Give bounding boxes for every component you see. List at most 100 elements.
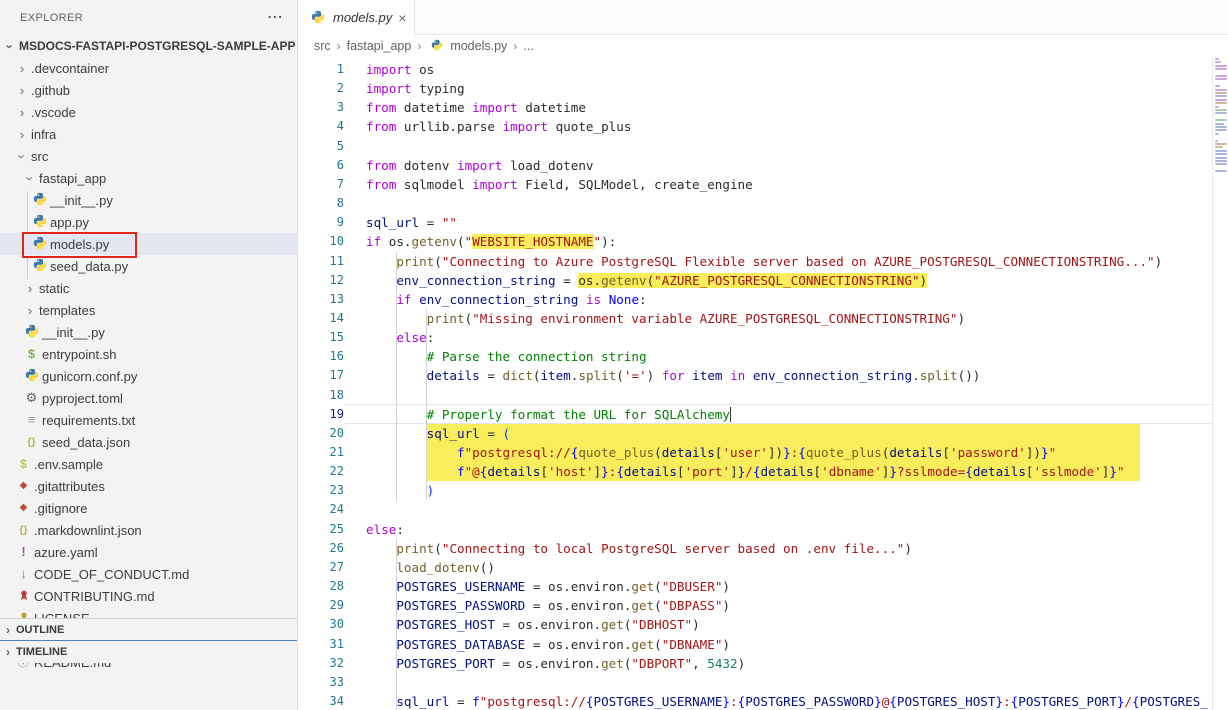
line-number: 2 (298, 79, 344, 98)
outline-section-header[interactable]: › OUTLINE (0, 618, 297, 641)
timeline-section-header[interactable]: › TIMELINE (0, 640, 297, 663)
code-line[interactable]: 6from dotenv import load_dotenv (298, 156, 1213, 175)
tree-root-folder[interactable]: › MSDOCS-FASTAPI-POSTGRESQL-SAMPLE-APP [… (0, 35, 297, 57)
breadcrumb-item-src[interactable]: src (314, 39, 331, 53)
code-line[interactable]: 33 (298, 673, 1213, 692)
code-line[interactable]: 34 sql_url = f"postgresql://{POSTGRES_US… (298, 692, 1213, 710)
minimap-line (1215, 150, 1227, 152)
tree-item-requirements-txt[interactable]: ≡requirements.txt (0, 409, 297, 431)
tree-item-azure-yaml[interactable]: !azure.yaml (0, 541, 297, 563)
code-line[interactable]: 17 details = dict(item.split('=') for it… (298, 366, 1213, 385)
more-actions-icon[interactable]: ⋯ (267, 13, 283, 23)
breadcrumb-item-models-py[interactable]: models.py (427, 39, 507, 53)
tree-item-static[interactable]: ›static (0, 277, 297, 299)
code-line[interactable]: 32 POSTGRES_PORT = os.environ.get("DBPOR… (298, 654, 1213, 673)
explorer-sidebar: EXPLORER ⋯ › MSDOCS-FASTAPI-POSTGRESQL-S… (0, 0, 298, 710)
code-line[interactable]: 30 POSTGRES_HOST = os.environ.get("DBHOS… (298, 615, 1213, 634)
tree-item--init-py[interactable]: __init__.py (0, 189, 297, 211)
tree-item-contributing-md[interactable]: CONTRIBUTING.md (0, 585, 297, 607)
tree-item-gunicorn-conf-py[interactable]: gunicorn.conf.py (0, 365, 297, 387)
chevron-right-icon[interactable]: › (14, 105, 30, 120)
chevron-right-icon[interactable]: › (22, 303, 38, 318)
tree-item-label: static (38, 281, 69, 296)
code-line[interactable]: 23 ) (298, 481, 1213, 500)
code-line[interactable]: 7from sqlmodel import Field, SQLModel, c… (298, 175, 1213, 194)
code-line[interactable]: 2 import typing (298, 79, 1213, 98)
minimap-line (1215, 75, 1227, 77)
tree-item--github[interactable]: ›.github (0, 79, 297, 101)
code-line[interactable]: 26 print("Connecting to local PostgreSQL… (298, 539, 1213, 558)
line-number: 20 (298, 424, 344, 443)
code-line[interactable]: 8 (298, 194, 1213, 213)
chevron-right-icon[interactable]: › (14, 127, 30, 142)
tabbar-border (415, 34, 1228, 35)
code-line[interactable]: 3from datetime import datetime (298, 98, 1213, 117)
tree-item--vscode[interactable]: ›.vscode (0, 101, 297, 123)
code-line[interactable]: 12 env_connection_string = os.getenv("AZ… (298, 271, 1213, 290)
tree-item-src[interactable]: ›src (0, 145, 297, 167)
tree-item--init-py[interactable]: __init__.py (0, 321, 297, 343)
breadcrumb-item-fastapi-app[interactable]: fastapi_app (347, 39, 412, 53)
tree-item-pyproject-toml[interactable]: ⚙pyproject.toml (0, 387, 297, 409)
tree-item--devcontainer[interactable]: ›.devcontainer (0, 57, 297, 79)
tree-item-code-of-conduct-md[interactable]: ↓CODE_OF_CONDUCT.md (0, 563, 297, 585)
python-icon (30, 258, 49, 274)
chevron-down-icon[interactable]: › (2, 39, 18, 54)
code-line[interactable]: 21 f"postgresql://{quote_plus(details['u… (298, 443, 1213, 462)
tree-item--markdownlint-json[interactable]: {}.markdownlint.json (0, 519, 297, 541)
minimap-line (1215, 119, 1227, 121)
chevron-right-icon[interactable]: › (14, 61, 30, 76)
code-line[interactable]: 5 (298, 137, 1213, 156)
code-line[interactable]: 28 POSTGRES_USERNAME = os.environ.get("D… (298, 577, 1213, 596)
code-line[interactable]: 24 (298, 500, 1213, 519)
code-line-text: import typing (366, 79, 465, 98)
text-cursor (730, 407, 731, 422)
code-line[interactable]: 16 # Parse the connection string (298, 347, 1213, 366)
code-line[interactable]: 31 POSTGRES_DATABASE = os.environ.get("D… (298, 635, 1213, 654)
code-line[interactable]: 11 print("Connecting to Azure PostgreSQL… (298, 252, 1213, 271)
tree-item-fastapi-app[interactable]: ›fastapi_app (0, 167, 297, 189)
tree-item-templates[interactable]: ›templates (0, 299, 297, 321)
minimap-line (1215, 163, 1227, 165)
breadcrumb-item-ellipsis[interactable]: ... (523, 39, 533, 53)
code-line[interactable]: 25else: (298, 520, 1213, 539)
code-line-text: env_connection_string = os.getenv("AZURE… (366, 271, 927, 290)
chevron-down-icon[interactable]: › (14, 149, 30, 164)
close-icon[interactable]: × (398, 10, 406, 26)
code-line[interactable]: 27 load_dotenv() (298, 558, 1213, 577)
tree-item-app-py[interactable]: app.py (0, 211, 297, 233)
code-line[interactable]: 9sql_url = "" (298, 213, 1213, 232)
minimap-line (1215, 106, 1219, 108)
minimap[interactable] (1212, 57, 1228, 710)
code-line[interactable]: 19 # Properly format the URL for SQLAlch… (298, 405, 1213, 424)
code-line[interactable]: 4from urllib.parse import quote_plus (298, 117, 1213, 136)
tree-item--gitattributes[interactable]: ◆.gitattributes (0, 475, 297, 497)
chevron-right-icon[interactable]: › (14, 83, 30, 98)
tree-item-infra[interactable]: ›infra (0, 123, 297, 145)
explorer-header: EXPLORER ⋯ (0, 0, 297, 35)
code-line[interactable]: 10if os.getenv("WEBSITE_HOSTNAME"): (298, 232, 1213, 251)
tree-item-seed-data-json[interactable]: {}seed_data.json (0, 431, 297, 453)
tree-item--gitignore[interactable]: ◆.gitignore (0, 497, 297, 519)
editor-group: models.py × src › fastapi_app › models.p… (298, 0, 1228, 710)
minimap-line (1215, 85, 1220, 87)
code-line[interactable]: 22 f"@{details['host']}:{details['port']… (298, 462, 1213, 481)
tree-item--env-sample[interactable]: $.env.sample (0, 453, 297, 475)
line-number: 17 (298, 366, 344, 385)
code-line[interactable]: 18 (298, 386, 1213, 405)
code-line[interactable]: 13 if env_connection_string is None: (298, 290, 1213, 309)
tree-item-seed-data-py[interactable]: seed_data.py (0, 255, 297, 277)
chevron-down-icon[interactable]: › (22, 171, 38, 186)
code-editor[interactable]: 1import os2 import typing3from datetime i… (298, 57, 1213, 710)
code-line[interactable]: 15 else: (298, 328, 1213, 347)
code-line[interactable]: 14 print("Missing environment variable A… (298, 309, 1213, 328)
tree-item-entrypoint-sh[interactable]: $entrypoint.sh (0, 343, 297, 365)
shell-icon: $ (22, 348, 41, 360)
code-line[interactable]: 20 sql_url = ( (298, 424, 1213, 443)
tab-models-py[interactable]: models.py × (298, 0, 415, 35)
code-line[interactable]: 1import os (298, 60, 1213, 79)
code-line-text: import os (366, 60, 434, 79)
code-line[interactable]: 29 POSTGRES_PASSWORD = os.environ.get("D… (298, 596, 1213, 615)
tree-item-models-py[interactable]: models.py (0, 233, 297, 255)
chevron-right-icon[interactable]: › (22, 281, 38, 296)
